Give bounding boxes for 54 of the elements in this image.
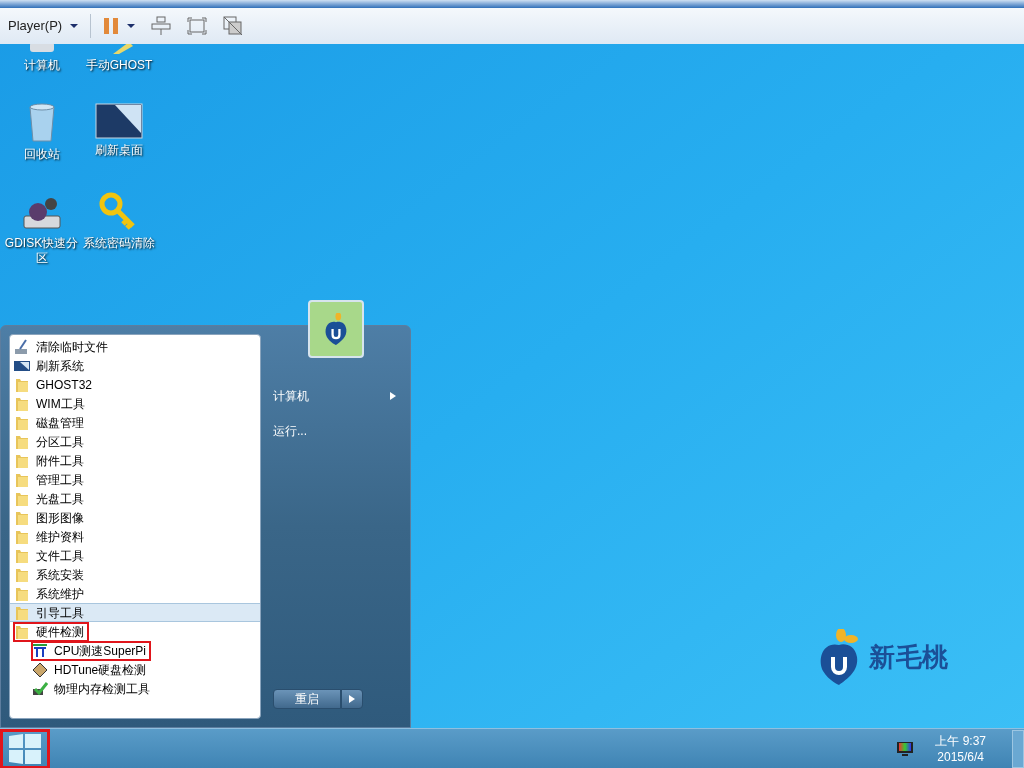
program-item[interactable]: 分区工具 [10,432,260,451]
windows-logo-icon [9,733,41,764]
screen-icon [95,103,143,139]
program-item[interactable]: 系统安装 [10,565,260,584]
caret-icon [70,24,79,28]
folder-icon [14,452,30,469]
program-item[interactable]: 文件工具 [10,546,260,565]
folder-icon [14,604,30,621]
pi-icon [32,642,48,659]
program-item[interactable]: 引导工具 [10,603,260,622]
program-item[interactable]: WIM工具 [10,394,260,413]
folder-icon [14,623,30,640]
program-item[interactable]: 图形图像 [10,508,260,527]
pause-button[interactable] [103,18,120,34]
program-item[interactable]: 光盘工具 [10,489,260,508]
start-button[interactable] [0,728,50,768]
folder-icon [14,528,30,545]
program-item[interactable]: 物理内存检测工具 [10,679,260,698]
program-item[interactable]: 管理工具 [10,470,260,489]
folder-icon [14,566,30,583]
start-menu-link[interactable]: 运行... [273,413,396,448]
program-item[interactable]: 硬件检测 [10,622,260,641]
submenu-arrow-icon [390,391,396,400]
program-item[interactable]: GHOST32 [10,375,260,394]
program-item[interactable]: 清除临时文件 [10,337,260,356]
drive-icon [32,661,48,678]
display-icon[interactable] [897,740,914,757]
brand-name: 新毛桃 [869,640,949,674]
caret-icon [127,24,136,28]
program-item[interactable]: 刷新系统 [10,356,260,375]
folder-icon [14,376,30,393]
pause-icon [103,18,120,34]
folder-icon [14,490,30,507]
broom-icon [14,338,30,355]
clock[interactable]: 上午 9:37 2015/6/4 [935,732,986,765]
program-item[interactable]: 磁盘管理 [10,413,260,432]
player-menu-button[interactable]: Player(P) [8,16,63,36]
program-item[interactable]: 系统维护 [10,584,260,603]
folder-icon [14,414,30,431]
program-item[interactable]: 维护资料 [10,527,260,546]
start-menu-link[interactable]: 计算机 [273,378,396,413]
program-item[interactable]: CPU测速SuperPi [10,641,260,660]
restart-button[interactable]: 重启 [273,689,341,709]
arrow-icon [349,695,355,703]
shutdown-options-button[interactable] [341,689,363,709]
folder-icon [14,509,30,526]
program-item[interactable]: HDTune硬盘检测 [10,660,260,679]
folder-icon [14,395,30,412]
folder-icon [14,585,30,602]
program-item[interactable]: 附件工具 [10,451,260,470]
checkmark-chip-icon [32,680,48,697]
folder-icon [14,547,30,564]
folder-icon [14,471,30,488]
folder-icon [14,433,30,450]
